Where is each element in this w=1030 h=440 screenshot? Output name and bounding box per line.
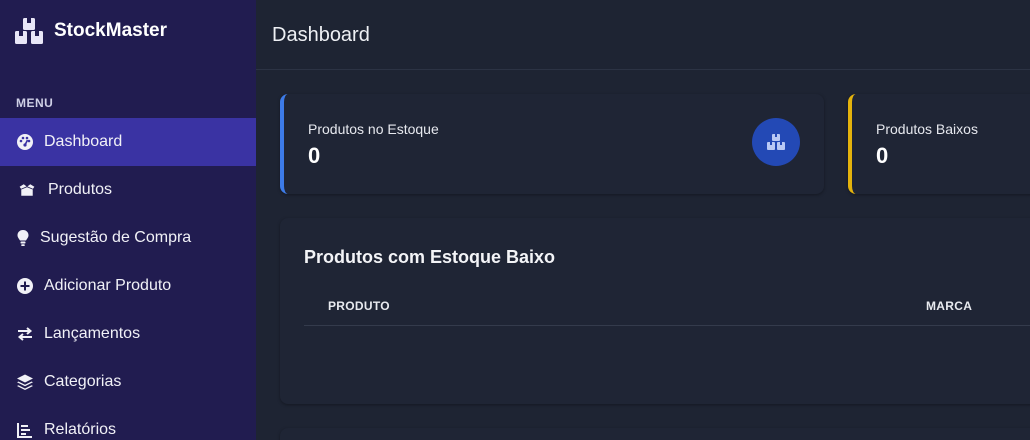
column-header-marca[interactable]: MARCA <box>926 299 972 313</box>
layers-icon <box>16 373 34 391</box>
gauge-icon <box>16 133 34 151</box>
menu-label: MENU <box>16 96 54 110</box>
low-stock-title: Produtos com Estoque Baixo <box>304 247 556 267</box>
sidebar-item-label: Sugestão de Compra <box>40 229 192 246</box>
sidebar-item-label: Produtos <box>48 181 113 198</box>
sidebar-item-label: Categorias <box>44 373 122 390</box>
stat-badge <box>752 118 800 166</box>
stat-label: Produtos Baixos <box>876 121 978 137</box>
stat-label: Produtos no Estoque <box>308 121 439 137</box>
top-header: Dashboard <box>256 0 1030 70</box>
plus-circle-icon <box>16 277 34 295</box>
app-root: StockMaster MENU Dashboard Produtos Suge… <box>0 0 1030 440</box>
next-card <box>280 428 1030 440</box>
sidebar-item-produtos[interactable]: Produtos <box>0 166 256 214</box>
boxes-icon <box>15 18 43 44</box>
sidebar-item-relatorios[interactable]: Relatórios <box>0 406 256 440</box>
brand[interactable]: StockMaster <box>14 16 167 46</box>
sidebar: StockMaster MENU Dashboard Produtos Suge… <box>0 0 256 440</box>
sidebar-item-label: Relatórios <box>44 421 117 438</box>
sidebar-item-dashboard[interactable]: Dashboard <box>0 118 256 166</box>
sidebar-item-label: Adicionar Produto <box>44 277 172 294</box>
column-header-produto[interactable]: PRODUTO <box>328 299 390 313</box>
sidebar-item-lancamentos[interactable]: Lançamentos <box>0 310 256 358</box>
chart-bar-icon <box>16 421 34 439</box>
sidebar-nav: Dashboard Produtos Sugestão de Compra Ad… <box>0 118 256 440</box>
sidebar-item-adicionar-produto[interactable]: Adicionar Produto <box>0 262 256 310</box>
lightbulb-icon <box>16 229 30 247</box>
sidebar-item-categorias[interactable]: Categorias <box>0 358 256 406</box>
exchange-icon <box>16 325 34 343</box>
box-open-icon <box>16 181 38 199</box>
stat-card-produtos-baixos: Produtos Baixos 0 <box>848 94 1030 194</box>
stat-value: 0 <box>308 143 321 168</box>
sidebar-item-label: Dashboard <box>44 133 123 150</box>
low-stock-card: Produtos com Estoque Baixo PRODUTO MARCA <box>280 218 1030 404</box>
stat-value: 0 <box>876 143 889 168</box>
boxes-icon <box>767 134 785 150</box>
page-title: Dashboard <box>272 24 370 46</box>
table-header: PRODUTO MARCA <box>304 289 1030 326</box>
stat-card-produtos-no-estoque: Produtos no Estoque 0 <box>280 94 824 194</box>
sidebar-item-label: Lançamentos <box>44 325 141 342</box>
brand-name: StockMaster <box>54 20 167 41</box>
sidebar-item-sugestao-de-compra[interactable]: Sugestão de Compra <box>0 214 256 262</box>
